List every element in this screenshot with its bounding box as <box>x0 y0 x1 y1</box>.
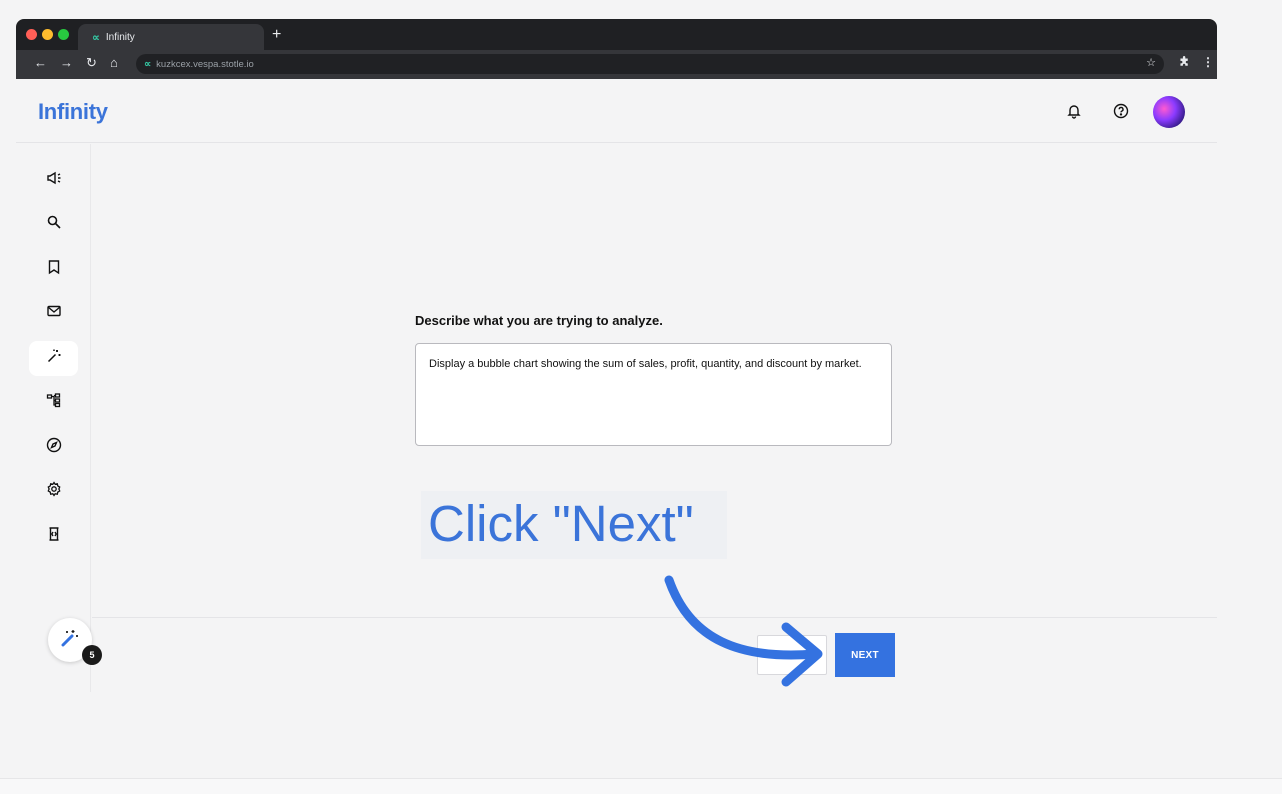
browser-toolbar: ← → ↻ ⌂ ∝ kuzkcex.vespa.stotle.io ☆ ⋮ <box>16 50 1217 79</box>
analysis-description-textarea[interactable]: Display a bubble chart showing the sum o… <box>415 343 892 446</box>
hierarchy-icon <box>46 392 62 413</box>
code-scroll-icon <box>46 526 62 547</box>
url-text: kuzkcex.vespa.stotle.io <box>156 58 254 70</box>
minimize-window-button[interactable] <box>42 29 53 40</box>
sidebar-item-announcements[interactable] <box>29 163 78 198</box>
address-bar[interactable]: ∝ kuzkcex.vespa.stotle.io ☆ <box>136 54 1164 74</box>
next-button[interactable]: NEXT <box>835 633 895 677</box>
new-tab-button[interactable]: + <box>272 27 281 43</box>
browser-tab[interactable]: ∝ Infinity <box>78 24 264 50</box>
browser-tabbar: ∝ Infinity + <box>16 19 1217 50</box>
sidebar-item-settings[interactable] <box>29 474 78 509</box>
search-icon <box>46 214 62 235</box>
app-logo[interactable]: Infinity <box>38 99 108 125</box>
browser-menu-icon[interactable]: ⋮ <box>1202 55 1214 69</box>
reload-icon[interactable]: ↻ <box>86 56 97 70</box>
sidebar-item-search[interactable] <box>29 207 78 242</box>
app-header: Infinity <box>16 79 1217 143</box>
maximize-window-button[interactable] <box>58 29 69 40</box>
browser-window: ∝ Infinity + ← → ↻ ⌂ ∝ kuzkcex.vespa.sto… <box>16 19 1217 79</box>
magic-wand-icon <box>58 626 82 655</box>
bookmark-icon <box>46 259 62 280</box>
bookmark-star-icon[interactable]: ☆ <box>1146 56 1156 69</box>
tab-title: Infinity <box>105 31 135 43</box>
notification-count-badge: 5 <box>82 645 102 665</box>
forward-arrow-icon[interactable]: → <box>60 56 73 70</box>
megaphone-icon <box>46 170 62 191</box>
home-icon[interactable]: ⌂ <box>110 56 118 70</box>
close-window-button[interactable] <box>26 29 37 40</box>
site-favicon-icon: ∝ <box>144 58 152 70</box>
tutorial-callout: Click "Next" <box>421 491 727 559</box>
sidebar-item-bookmarks[interactable] <box>29 252 78 287</box>
user-avatar[interactable] <box>1153 96 1185 128</box>
site-favicon-icon: ∝ <box>92 31 100 44</box>
sidebar-item-scripts[interactable] <box>29 519 78 554</box>
sidebar <box>16 144 91 692</box>
gear-icon <box>46 481 62 502</box>
help-icon[interactable] <box>1111 101 1131 121</box>
sidebar-item-magic[interactable] <box>29 341 78 376</box>
prompt-label: Describe what you are trying to analyze. <box>415 313 663 328</box>
sidebar-item-explore[interactable] <box>29 430 78 465</box>
sidebar-item-hierarchy[interactable] <box>29 385 78 420</box>
bell-icon[interactable] <box>1064 101 1084 121</box>
footer-divider <box>92 617 1217 618</box>
sidebar-item-inbox[interactable] <box>29 296 78 331</box>
mail-icon <box>46 303 62 324</box>
app-root: Infinity Describe what you are trying to… <box>16 79 1217 694</box>
bottom-strip <box>0 778 1282 794</box>
magic-wand-icon <box>46 348 62 369</box>
back-button[interactable] <box>757 635 827 675</box>
extensions-puzzle-icon[interactable] <box>1178 56 1191 72</box>
compass-icon <box>46 437 62 458</box>
back-arrow-icon[interactable]: ← <box>34 56 47 70</box>
